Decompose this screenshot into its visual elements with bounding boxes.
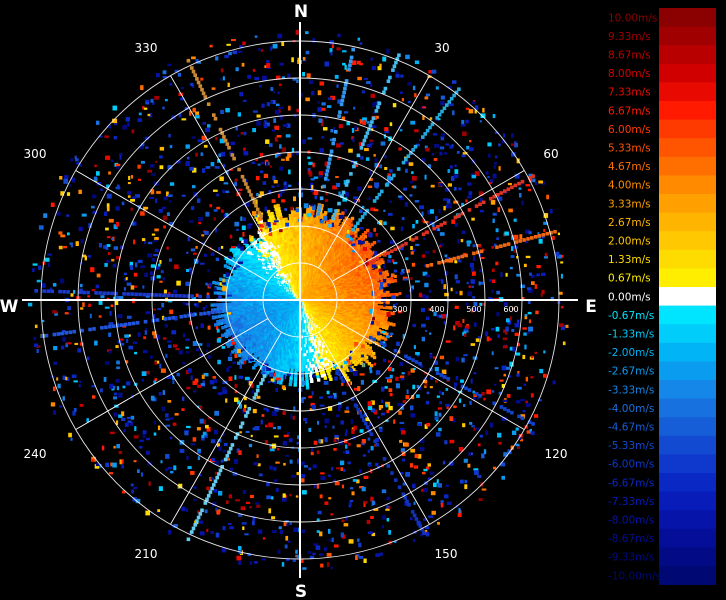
- colorbar-swatch: [659, 417, 716, 437]
- compass-west-label: W: [0, 297, 19, 317]
- compass-north-label: N: [294, 2, 308, 22]
- colorbar-label: -1.33m/s: [608, 329, 654, 341]
- colorbar-label: 8.67m/s: [608, 50, 651, 62]
- colorbar-label: 2.00m/s: [608, 236, 651, 248]
- colorbar-swatch: [659, 491, 716, 511]
- azimuth-label-120: 120: [545, 447, 568, 461]
- colorbar-swatch: [659, 138, 716, 158]
- colorbar-label: 3.33m/s: [608, 198, 651, 210]
- colorbar-swatch: [659, 249, 716, 269]
- range-ring-grid: [22, 22, 578, 578]
- azimuth-label-60: 60: [543, 147, 558, 161]
- colorbar-swatch: [659, 324, 716, 344]
- azimuth-spoke: [170, 331, 282, 525]
- colorbar-swatch: [659, 119, 716, 139]
- colorbar-swatch: [659, 63, 716, 83]
- colorbar-label: 1.33m/s: [608, 254, 651, 266]
- colorbar-swatch: [659, 268, 716, 288]
- colorbar-swatch: [659, 305, 716, 325]
- colorbar-label: -2.00m/s: [608, 347, 654, 359]
- colorbar-label: -0.67m/s: [608, 310, 654, 322]
- colorbar-label: -4.00m/s: [608, 403, 654, 415]
- azimuth-label-300: 300: [24, 147, 47, 161]
- colorbar-label: 0.00m/s: [608, 291, 651, 303]
- colorbar-label: -7.33m/s: [608, 496, 654, 508]
- colorbar-swatch: [659, 194, 716, 213]
- colorbar-label: -8.00m/s: [608, 515, 654, 527]
- colorbar-label: -8.67m/s: [608, 533, 654, 545]
- range-label-400: 400: [429, 305, 444, 314]
- colorbar-label: -10.00m/s: [608, 570, 661, 582]
- colorbar-swatch: [659, 454, 716, 474]
- colorbar-swatch: [659, 45, 716, 65]
- compass-south-label: S: [295, 582, 307, 600]
- colorbar-label: 6.67m/s: [608, 105, 651, 117]
- azimuth-spoke: [75, 318, 269, 430]
- colorbar-label: 5.33m/s: [608, 143, 651, 155]
- colorbar-swatch: [659, 287, 716, 306]
- colorbar-label: 8.00m/s: [608, 68, 651, 80]
- colorbar-label: -3.33m/s: [608, 384, 654, 396]
- colorbar-label: 2.67m/s: [608, 217, 651, 229]
- colorbar-swatch: [659, 26, 716, 46]
- colorbar-label: 10.00m/s: [608, 12, 657, 24]
- colorbar-swatch: [659, 342, 716, 362]
- colorbar-swatch: [659, 101, 716, 120]
- colorbar-swatch: [659, 528, 716, 548]
- colorbar-label: -6.67m/s: [608, 477, 654, 489]
- radial-streak: [316, 47, 355, 216]
- range-label-300: 300: [392, 305, 407, 314]
- azimuth-label-330: 330: [135, 41, 158, 55]
- colorbar-label: -6.00m/s: [608, 459, 654, 471]
- colorbar-swatch: [659, 380, 716, 399]
- colorbar-label: 4.67m/s: [608, 161, 651, 173]
- colorbar-label: 7.33m/s: [608, 87, 651, 99]
- azimuth-label-240: 240: [24, 447, 47, 461]
- colorbar-swatch: [659, 175, 716, 195]
- azimuth-label-150: 150: [435, 547, 458, 561]
- range-label-500: 500: [466, 305, 481, 314]
- colorbar-swatch: [659, 361, 716, 381]
- compass-east-label: E: [585, 297, 597, 317]
- range-label-600: 600: [503, 305, 518, 314]
- colorbar-label: 0.67m/s: [608, 273, 651, 285]
- colorbar-swatch: [659, 547, 716, 567]
- azimuth-label-30: 30: [434, 41, 449, 55]
- colorbar-label: 6.00m/s: [608, 124, 651, 136]
- colorbar-label: -5.33m/s: [608, 440, 654, 452]
- azimuth-spoke: [170, 75, 282, 269]
- colorbar-swatch: [659, 566, 716, 585]
- colorbar-label: 9.33m/s: [608, 31, 651, 43]
- colorbar-swatch: [659, 82, 716, 102]
- colorbar-swatch: [659, 510, 716, 530]
- colorbar-swatch: [659, 231, 716, 251]
- colorbar-swatch: [659, 212, 716, 232]
- radial-streak: [34, 289, 222, 299]
- colorbar-label: -9.33m/s: [608, 552, 654, 564]
- colorbar-swatch: [659, 156, 716, 176]
- colorbar-swatch: [659, 473, 716, 492]
- radial-streak: [346, 87, 461, 238]
- colorbar-swatch: [659, 8, 716, 27]
- colorbar-swatch: [659, 398, 716, 418]
- colorbar-swatch: [659, 435, 716, 455]
- radar-ppi-display: N S W E 30 60 120 150 210 240 300 330 30…: [0, 2, 597, 600]
- velocity-colorbar: 10.00m/s 9.33m/s 8.67m/s 8.00m/s 7.33m/s 6.67…: [608, 8, 716, 585]
- colorbar-label: 4.00m/s: [608, 180, 651, 192]
- radial-streak: [186, 58, 268, 230]
- colorbar-label: -4.67m/s: [608, 422, 654, 434]
- radial-streak: [368, 174, 535, 265]
- azimuth-label-210: 210: [135, 547, 158, 561]
- colorbar-label: -2.67m/s: [608, 366, 654, 378]
